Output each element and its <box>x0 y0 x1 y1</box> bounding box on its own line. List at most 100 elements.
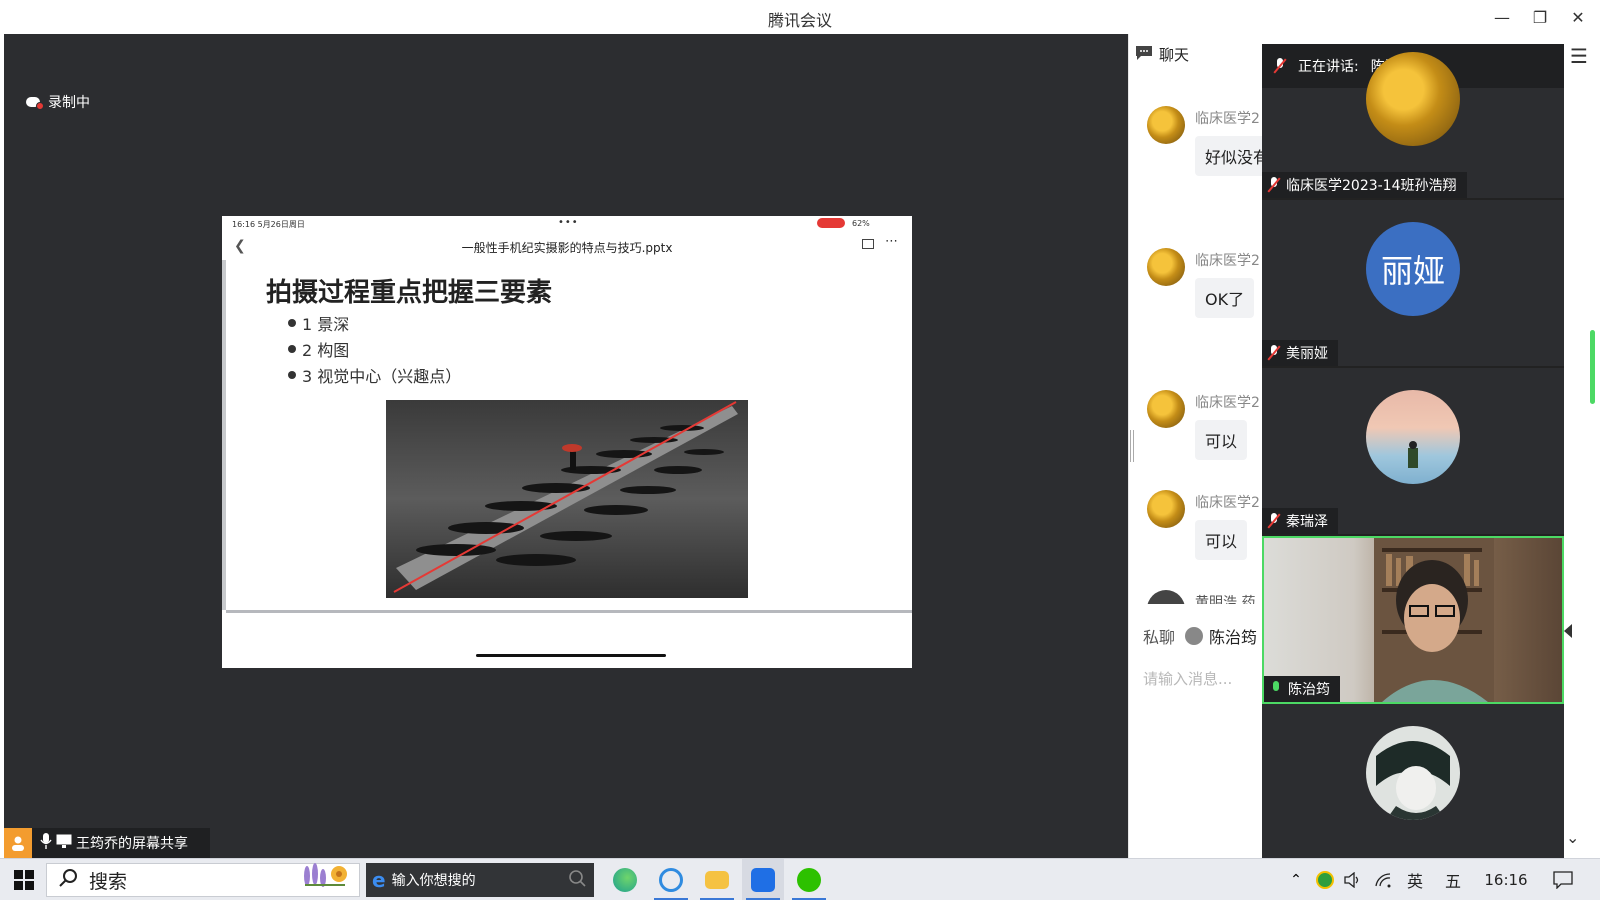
minimize-icon[interactable]: — <box>1484 4 1520 30</box>
view-mode-icon <box>862 239 874 249</box>
browser-search-placeholder: 输入你想搜的 <box>391 873 476 889</box>
tablet-status-bar: 16:16 5月26日周日 ••• 62% <box>222 216 912 232</box>
mic-muted-icon <box>1267 345 1281 361</box>
status-dots: ••• <box>558 217 579 228</box>
mic-muted-icon <box>1267 177 1281 193</box>
screen-share-stage: 录制中 16:16 5月26日周日 ••• 62% ❮ 一般性手机纪实摄影的特点… <box>4 34 1128 858</box>
taskbar-app-explorer[interactable] <box>696 859 738 900</box>
window-title: 腾讯会议 <box>767 11 832 30</box>
taskbar-search[interactable]: 搜索 <box>46 862 360 899</box>
close-icon[interactable]: ✕ <box>1560 4 1596 30</box>
screen-share-icon <box>56 834 72 852</box>
edge-browser-icon <box>613 868 637 892</box>
document-file-name: 一般性手机纪实摄影的特点与技巧.pptx <box>461 241 673 255</box>
screen-record-pill <box>817 218 845 228</box>
start-button[interactable] <box>8 859 40 900</box>
sky-avatar <box>1366 390 1460 484</box>
taskbar-app-360[interactable] <box>650 859 692 900</box>
participant-tile[interactable] <box>1262 704 1564 858</box>
recording-indicator[interactable]: 录制中 <box>26 92 90 112</box>
browser-search-widget[interactable]: e 输入你想搜的 <box>366 863 594 897</box>
shield-icon <box>1316 871 1334 889</box>
search-icon <box>59 868 79 893</box>
taskbar-app-wechat[interactable] <box>788 859 830 900</box>
browser-360-icon <box>659 868 683 892</box>
taskbar-clock[interactable]: 16:16 <box>1476 859 1536 900</box>
tencent-meeting-icon <box>751 868 775 892</box>
slide-bullet: 3 视觉中心（兴趣点） <box>288 362 461 388</box>
chevron-down-icon[interactable]: ⌄ <box>1566 828 1579 847</box>
participant-video-panel: 正在讲话: 陈治筠; 临床医学2023-14班孙浩翔 丽娅 美丽娅 秦瑞泽 <box>1262 44 1564 858</box>
chat-sender-name: 黄明浩 药 <box>1195 595 1256 604</box>
avatar <box>1185 627 1204 645</box>
search-icon <box>568 869 586 891</box>
volume-icon[interactable] <box>1340 859 1366 900</box>
chat-message-text: OK了 <box>1195 278 1255 318</box>
wechat-icon <box>797 868 821 892</box>
title-bar: 腾讯会议 — ❐ ✕ <box>0 0 1600 34</box>
status-time: 16:16 5月26日周日 <box>232 220 305 229</box>
chat-bubble-icon <box>1135 45 1153 65</box>
notification-center-icon[interactable] <box>1548 859 1578 900</box>
participant-name-tag: 秦瑞泽 <box>1262 508 1338 534</box>
avatar <box>1147 106 1185 144</box>
search-label: 搜索 <box>89 870 128 893</box>
participant-name-tag: 美丽娅 <box>1262 340 1338 366</box>
folder-icon <box>705 871 729 889</box>
ime-language-indicator[interactable]: 英 <box>1400 859 1430 900</box>
chat-message-text: 可以 <box>1195 420 1248 460</box>
windows-logo-icon <box>14 870 34 890</box>
ie-browser-icon: e <box>372 868 386 892</box>
taskbar-app-tencent-meeting[interactable] <box>742 859 784 900</box>
participant-tile[interactable]: 丽娅 美丽娅 <box>1262 200 1564 368</box>
boat-bridge-photo <box>386 400 748 598</box>
slide-bullet: 2 构图 <box>288 336 461 362</box>
slide-title: 拍摄过程重点把握三要素 <box>266 278 553 308</box>
collapse-arrow-icon[interactable] <box>1564 624 1572 638</box>
slide-bullet-list: 1 景深 2 构图 3 视觉中心（兴趣点） <box>288 310 461 388</box>
avatar <box>1147 248 1185 286</box>
chat-sender-name: 临床医学2 <box>1195 495 1260 511</box>
chat-title: 聊天 <box>1159 46 1190 64</box>
document-nav-bar: ❮ 一般性手机纪实摄影的特点与技巧.pptx ⋯ <box>222 232 912 260</box>
participant-name-tag: 临床医学2023-14班孙浩翔 <box>1262 172 1467 198</box>
chat-header: 聊天 <box>1135 44 1189 65</box>
chat-message-input[interactable]: 请输入消息... <box>1143 668 1232 689</box>
participant-tile-active-speaker[interactable]: 陈治筠 <box>1262 536 1564 704</box>
text-avatar: 丽娅 <box>1366 222 1460 316</box>
chat-message: 黄明浩 药 <box>1147 590 1262 604</box>
cloud-record-icon <box>26 96 44 110</box>
participant-name-tag: 陈治筠 <box>1264 676 1340 702</box>
video-list-scrollbar[interactable] <box>1590 330 1595 404</box>
anime-avatar <box>1366 726 1460 820</box>
participant-tile[interactable]: 临床医学2023-14班孙浩翔 <box>1262 44 1564 200</box>
wifi-icon[interactable] <box>1370 859 1396 900</box>
tray-security-app-icon[interactable] <box>1312 859 1338 900</box>
taskbar-app-edge[interactable] <box>604 859 646 900</box>
screen-share-owner-badge: 王筠乔的屏幕共享 <box>4 828 210 858</box>
chat-resize-handle[interactable] <box>1130 430 1134 462</box>
shared-slide: 16:16 5月26日周日 ••• 62% ❮ 一般性手机纪实摄影的特点与技巧.… <box>222 216 912 668</box>
ime-mode-indicator[interactable]: 五 <box>1438 859 1468 900</box>
menu-icon[interactable]: ☰ <box>1570 44 1588 68</box>
tray-overflow-chevron-icon[interactable]: ⌃ <box>1284 859 1308 900</box>
more-icon: ⋯ <box>885 234 898 249</box>
chat-sender-name: 临床医学2 <box>1195 253 1260 269</box>
tablet-home-indicator <box>476 654 666 657</box>
restore-icon[interactable]: ❐ <box>1522 4 1558 30</box>
windows-taskbar: 搜索 e 输入你想搜的 ⌃ 英 五 16:16 <box>0 858 1600 900</box>
chat-panel: 聊天 临床医学2 好似没有 临床医学2 OK了 临床医学2 可以 临床医学2 可… <box>1128 34 1262 858</box>
recording-label: 录制中 <box>48 95 90 111</box>
mic-active-icon <box>1270 681 1282 697</box>
slide-content: 拍摄过程重点把握三要素 1 景深 2 构图 3 视觉中心（兴趣点） <box>222 260 912 610</box>
mic-muted-icon <box>1267 513 1281 529</box>
private-chat-selector[interactable]: 私聊 陈治筠 <box>1143 624 1257 648</box>
mic-icon <box>40 833 52 853</box>
flower-decoration-icon <box>297 862 353 899</box>
participant-tile[interactable]: 秦瑞泽 <box>1262 368 1564 536</box>
battery-level: 62% <box>852 219 870 228</box>
private-chat-label: 私聊 <box>1143 628 1176 647</box>
chat-sender-name: 临床医学2 <box>1195 395 1260 411</box>
chat-message-text: 好似没有 <box>1195 136 1262 176</box>
screen-share-owner-label: 王筠乔的屏幕共享 <box>76 836 188 852</box>
